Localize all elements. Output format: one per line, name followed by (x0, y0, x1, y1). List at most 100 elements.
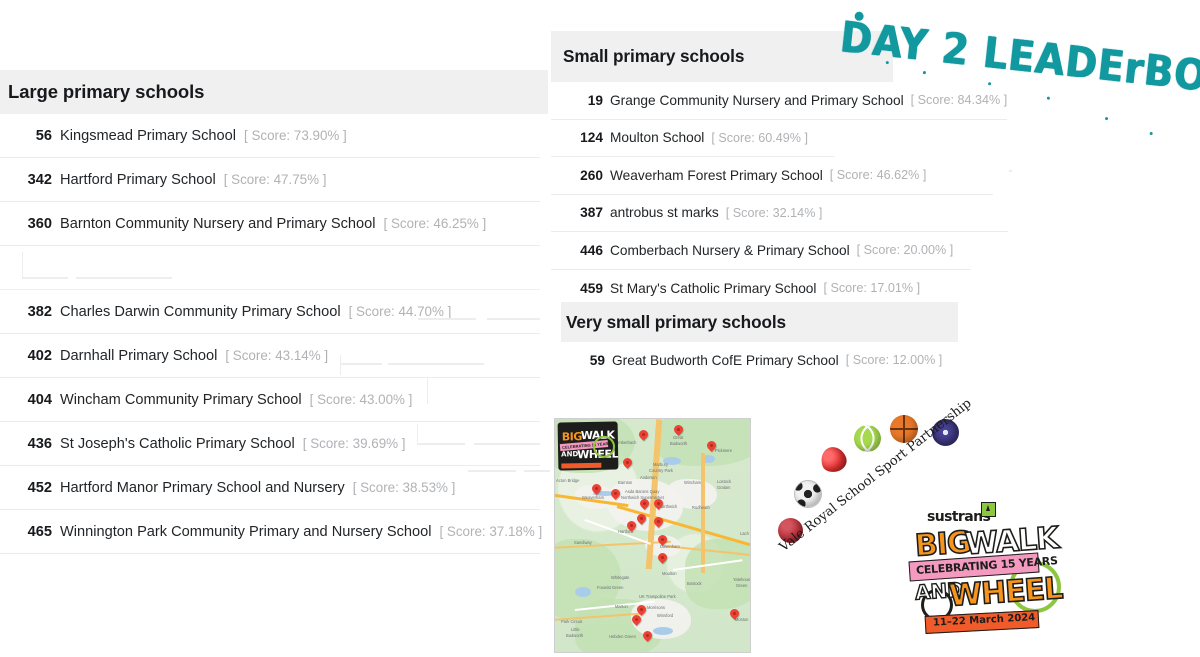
school-name: Hartford Manor Primary School and Nurser… (60, 479, 345, 496)
rank-number: 360 (27, 215, 52, 232)
map-place-label: Anderton (640, 475, 657, 480)
map-pin-icon[interactable] (621, 456, 634, 469)
map-pin-icon[interactable] (672, 423, 685, 436)
table-row[interactable]: 360 Barnton Community Nursery and Primar… (0, 202, 540, 246)
sparkle-icon (1104, 116, 1109, 121)
score-value: [ Score: 47.75% ] (223, 172, 327, 187)
map-pin-icon[interactable] (625, 519, 638, 532)
score-value: [ Score: 84.34% ] (910, 93, 1008, 108)
map-place-label: Gralam (717, 485, 731, 490)
cricket-ball-icon (778, 518, 803, 543)
map-place-label: Budworth (566, 633, 584, 638)
school-name: Darnhall Primary School (60, 347, 218, 364)
map-place-label: Winsford (657, 613, 674, 618)
map-pin-icon[interactable] (630, 613, 643, 626)
score-value: [ Score: 60.49% ] (711, 130, 808, 145)
map-pin-icon[interactable] (705, 439, 718, 452)
map-place-label: Country Park (649, 468, 673, 473)
artifact-stroke (22, 252, 23, 278)
table-row[interactable]: 260 Weaverham Forest Primary School [ Sc… (551, 157, 993, 195)
score-value: [ Score: 46.62% ] (829, 168, 927, 183)
school-locations-map[interactable]: Comberbach Great Budworth Pickmere Marbury Co… (554, 418, 751, 653)
table-row[interactable]: 446 Comberbach Nursery & Primary School … (551, 232, 971, 270)
table-row[interactable]: 402 Darnhall Primary School [ Score: 43.… (0, 334, 540, 378)
artifact-stroke (76, 277, 172, 279)
table-row[interactable]: 124 Moulton School [ Score: 60.49% ] (551, 119, 834, 157)
sustrans-big-walk-and-wheel-logo: sustrans BIG WALK CELEBRATING 15 YEARS A… (903, 502, 1064, 634)
map-pin-icon[interactable] (637, 428, 650, 441)
table-row[interactable]: 59 Great Budworth CofE Primary School [ … (561, 342, 953, 378)
map-place-label: Weaverham (582, 495, 604, 500)
render-artifact-row (0, 246, 540, 290)
score-value: [ Score: 44.70% ] (348, 304, 452, 319)
map-place-label: Moulton (662, 571, 677, 576)
rank-number: 260 (580, 167, 603, 183)
table-row[interactable]: 342 Hartford Primary School [ Score: 47.… (0, 158, 540, 202)
map-pin-icon[interactable] (638, 497, 651, 510)
artifact-stroke (524, 470, 550, 472)
map-place-label: Hebden Green (609, 634, 636, 639)
table-row[interactable]: 56 Kingsmead Primary School [ Score: 73.… (0, 114, 540, 158)
sparkle-icon (1046, 96, 1051, 100)
map-place-label: Yatehouse (733, 577, 751, 582)
map-pin-icon[interactable] (652, 497, 665, 510)
school-name: Wincham Community Primary School (60, 391, 302, 408)
artifact-stroke (427, 378, 428, 404)
map-pin-icon[interactable] (641, 629, 654, 642)
rank-number: 436 (27, 435, 52, 452)
rank-number: 19 (587, 92, 603, 108)
score-value: [ Score: 17.01% ] (823, 281, 921, 296)
map-place-label: Morrisons (647, 605, 665, 610)
leaderboard-rows-very-small: 59 Great Budworth CofE Primary School [ … (561, 342, 953, 378)
school-name: Moulton School (610, 130, 705, 146)
leaderboard-rows-small: 19 Grange Community Nursery and Primary … (551, 82, 1009, 307)
score-value: [ Score: 32.14% ] (725, 205, 823, 220)
rank-number: 56 (35, 127, 52, 144)
table-row[interactable]: 19 Grange Community Nursery and Primary … (551, 82, 1007, 120)
table-row[interactable]: 465 Winnington Park Community Primary an… (0, 510, 543, 554)
artifact-stroke (22, 277, 68, 279)
map-place-label: Barnton (618, 480, 633, 485)
school-name: Charles Darwin Community Primary School (60, 303, 341, 320)
school-name: Barnton Community Nursery and Primary Sc… (60, 215, 376, 232)
map-pin-icon[interactable] (652, 515, 665, 528)
score-value: [ Score: 37.18% ] (439, 524, 543, 539)
leaderboard-heading-small: Small primary schools (551, 31, 893, 82)
map-place-label: Little (571, 627, 580, 632)
artifact-stroke (468, 470, 516, 472)
logo-date-text: 11–22 March 2024 (932, 612, 1036, 629)
school-name: Great Budworth CofE Primary School (612, 352, 839, 368)
map-pin-icon[interactable] (728, 607, 741, 620)
leaderboard-heading-very-small: Very small primary schools (561, 302, 958, 342)
rank-number: 404 (27, 391, 52, 408)
map-pin-icon[interactable] (609, 487, 622, 500)
sparkle-icon (854, 11, 865, 22)
map-place-label: Acton Bridge (556, 478, 580, 483)
school-name: Grange Community Nursery and Primary Sch… (610, 92, 904, 108)
map-pin-icon[interactable] (590, 482, 603, 495)
map-pin-icon[interactable] (656, 533, 669, 546)
table-row[interactable]: 404 Wincham Community Primary School [ S… (0, 378, 540, 422)
artifact-stroke (340, 363, 382, 365)
map-place-label: Bostock (687, 581, 702, 586)
score-value: [ Score: 73.90% ] (244, 128, 347, 143)
map-pin-icon[interactable] (656, 551, 669, 564)
map-place-label: Lach (740, 531, 749, 536)
table-row[interactable]: 452 Hartford Manor Primary School and Nu… (0, 466, 540, 510)
map-place-label: Budworth (670, 441, 688, 446)
map-place-label: Wincham (684, 480, 702, 485)
table-row[interactable]: 387 antrobus st marks [ Score: 32.14% ] (551, 194, 1008, 232)
football-icon (794, 480, 822, 508)
school-name: Weaverham Forest Primary School (610, 167, 823, 183)
map-place-label: Lostock (717, 479, 732, 484)
rank-number: 342 (27, 171, 52, 188)
score-value: [ Score: 43.14% ] (225, 348, 329, 363)
map-water (575, 587, 591, 597)
map-pin-icon[interactable] (635, 512, 648, 525)
rank-number: 402 (27, 347, 52, 364)
page-canvas: Large primary schools 56 Kingsmead Prima… (0, 0, 1200, 657)
table-row[interactable]: 382 Charles Darwin Community Primary Sch… (0, 290, 540, 334)
sparkle-icon (922, 70, 926, 74)
leaderboard-heading-large: Large primary schools (0, 70, 548, 114)
sparkle-icon (1149, 131, 1153, 136)
